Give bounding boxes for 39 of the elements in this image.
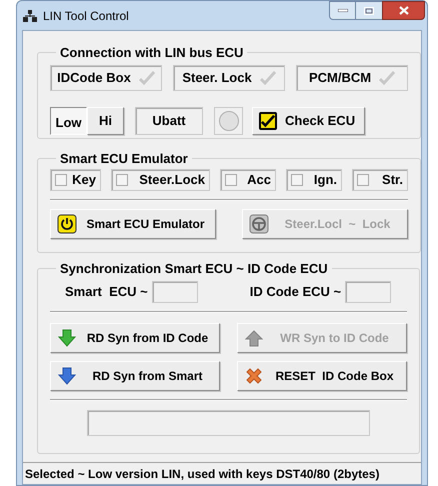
down-arrow-icon bbox=[57, 366, 77, 386]
down-arrow-icon bbox=[57, 328, 77, 348]
module-indicator: PCM/BCM bbox=[296, 64, 408, 90]
cross-icon bbox=[244, 366, 264, 386]
checkbox[interactable]: Str. bbox=[352, 168, 408, 190]
action-button[interactable]: Smart ECU Emulator bbox=[50, 208, 216, 238]
steering-wheel-icon bbox=[249, 214, 269, 234]
status-text: Selected ~ Low version LIN, used with keys DST40/80 (2bytes) bbox=[25, 466, 380, 482]
message-field[interactable] bbox=[87, 410, 370, 436]
field-label: ID Code ECU ~ bbox=[250, 282, 342, 301]
module-indicator: IDCode Box bbox=[50, 64, 162, 90]
close-button[interactable] bbox=[382, 1, 425, 20]
action-button[interactable]: RESET ID Code Box bbox=[237, 360, 407, 390]
ubatt-indicator: Ubatt bbox=[135, 106, 203, 134]
field-label: Smart ECU ~ bbox=[65, 282, 148, 301]
version-toggle[interactable]: Hi bbox=[87, 106, 124, 134]
group-title: Synchronization Smart ECU ~ ID Code ECU bbox=[59, 260, 329, 278]
maximize-button[interactable] bbox=[356, 1, 382, 20]
minimize-button[interactable] bbox=[329, 1, 356, 20]
power-icon bbox=[57, 214, 77, 234]
close-icon bbox=[398, 6, 408, 15]
checkbox[interactable]: Key bbox=[50, 168, 101, 190]
minimize-icon bbox=[338, 9, 348, 12]
network-icon bbox=[23, 10, 37, 22]
action-button[interactable]: RD Syn from ID Code bbox=[50, 322, 220, 352]
group-title: Smart ECU Emulator bbox=[59, 150, 189, 168]
action-button[interactable]: RD Syn from Smart bbox=[50, 360, 220, 390]
up-arrow-icon bbox=[244, 328, 264, 348]
checkbox[interactable]: Steer.Lock bbox=[111, 168, 210, 190]
maximize-icon bbox=[364, 6, 374, 14]
group-title: Connection with LIN bus ECU bbox=[59, 44, 244, 62]
version-toggle[interactable]: Low bbox=[50, 106, 87, 134]
checkbox[interactable]: Ign. bbox=[286, 168, 342, 190]
input-field[interactable] bbox=[152, 280, 198, 302]
input-field[interactable] bbox=[345, 280, 392, 302]
check-ecu-button[interactable]: Check ECU bbox=[252, 106, 365, 134]
checkbox[interactable]: Acc bbox=[220, 168, 276, 190]
window-title: LIN Tool Control bbox=[43, 8, 129, 24]
module-indicator: Steer. Lock bbox=[173, 64, 285, 90]
